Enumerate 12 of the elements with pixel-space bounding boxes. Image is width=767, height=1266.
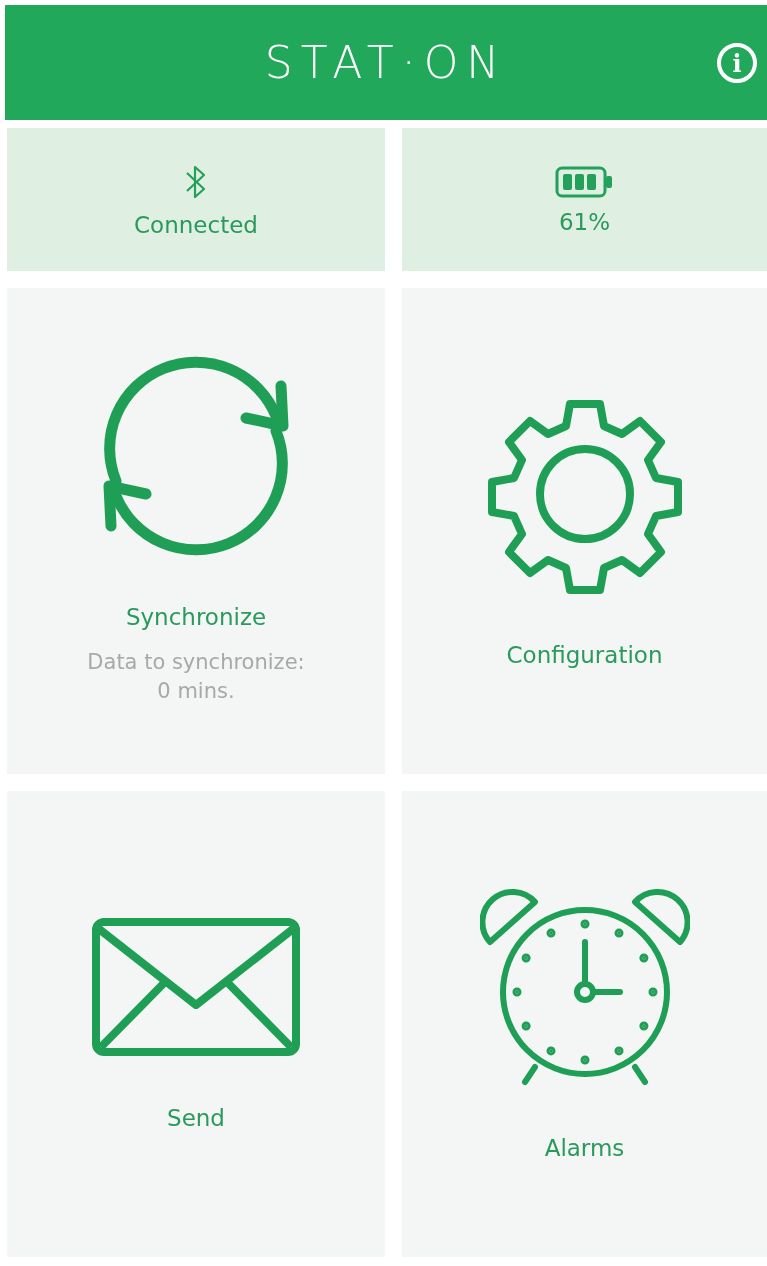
menu-tile[interactable]: Alarms: [402, 791, 767, 1257]
sync-status-text: Data to synchronize: 0 mins.: [87, 648, 305, 705]
status-label: 61%: [558, 208, 611, 235]
menu-tile[interactable]: Synchronize Data to synchronize: 0 mins.: [7, 288, 385, 774]
envelope-icon: [91, 917, 301, 1057]
status-label: Connected: [134, 211, 258, 238]
menu-tile[interactable]: Configuration: [402, 288, 767, 774]
battery-icon: [554, 164, 615, 199]
alarm-clock-icon: [479, 887, 690, 1087]
app-logo: STAT·ON: [264, 37, 508, 88]
info-button[interactable]: i: [717, 43, 757, 83]
menu-tile[interactable]: Send: [7, 791, 385, 1257]
